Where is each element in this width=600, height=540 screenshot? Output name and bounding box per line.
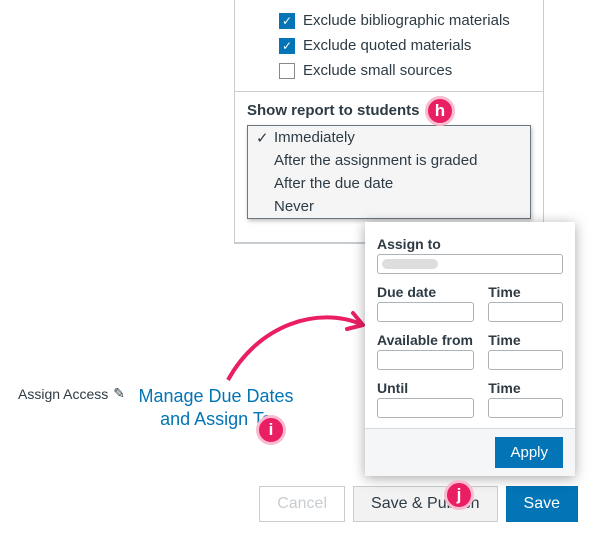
dropdown-option-immediately[interactable]: Immediately [248, 126, 530, 149]
show-report-dropdown[interactable]: Immediately After the assignment is grad… [247, 125, 531, 219]
dropdown-option-after-graded[interactable]: After the assignment is graded [248, 149, 530, 172]
callout-i: i [256, 415, 286, 445]
exclude-small-label: Exclude small sources [303, 62, 452, 79]
until-time-label: Time [488, 380, 563, 396]
dropdown-option-after-due[interactable]: After the due date [248, 172, 530, 195]
callout-h: h [425, 96, 455, 126]
until-label: Until [377, 380, 474, 396]
due-time-input[interactable] [488, 302, 563, 322]
cancel-button[interactable]: Cancel [259, 486, 345, 522]
exclude-biblio-label: Exclude bibliographic materials [303, 12, 510, 29]
pencil-icon: ✎ [113, 385, 125, 402]
annotation-arrow-icon [218, 295, 378, 390]
available-from-input[interactable] [377, 350, 474, 370]
checkbox-icon[interactable]: ✓ [279, 13, 295, 29]
assign-to-popover: Assign to Due date Time Available from T… [365, 222, 575, 476]
exclude-quoted-row[interactable]: ✓ Exclude quoted materials [251, 33, 543, 58]
assign-to-label: Assign to [377, 236, 563, 252]
save-publish-button[interactable]: Save & Publish [353, 486, 498, 522]
footer-buttons: Cancel Save & Publish Save [0, 486, 600, 522]
available-from-label: Available from [377, 332, 474, 348]
until-time-input[interactable] [488, 398, 563, 418]
show-report-label: Show report to students [235, 91, 543, 125]
due-date-label: Due date [377, 284, 474, 300]
assign-to-input[interactable] [377, 254, 563, 274]
plagiarism-settings-panel: ✓ Exclude bibliographic materials ✓ Excl… [234, 0, 544, 244]
checkbox-icon[interactable]: ✓ [279, 38, 295, 54]
dropdown-option-never[interactable]: Never [248, 195, 530, 218]
due-time-label: Time [488, 284, 563, 300]
exclude-quoted-label: Exclude quoted materials [303, 37, 471, 54]
callout-j: j [444, 480, 474, 510]
available-from-time-input[interactable] [488, 350, 563, 370]
popover-footer: Apply [365, 428, 575, 476]
apply-button[interactable]: Apply [495, 437, 563, 468]
save-button[interactable]: Save [506, 486, 578, 522]
available-from-time-label: Time [488, 332, 563, 348]
assign-access-label: Assign Access ✎ [18, 385, 125, 402]
exclude-options: ✓ Exclude bibliographic materials ✓ Excl… [235, 0, 543, 91]
checkbox-icon[interactable] [279, 63, 295, 79]
due-date-input[interactable] [377, 302, 474, 322]
exclude-small-row[interactable]: Exclude small sources [251, 58, 543, 83]
exclude-biblio-row[interactable]: ✓ Exclude bibliographic materials [251, 8, 543, 33]
until-input[interactable] [377, 398, 474, 418]
